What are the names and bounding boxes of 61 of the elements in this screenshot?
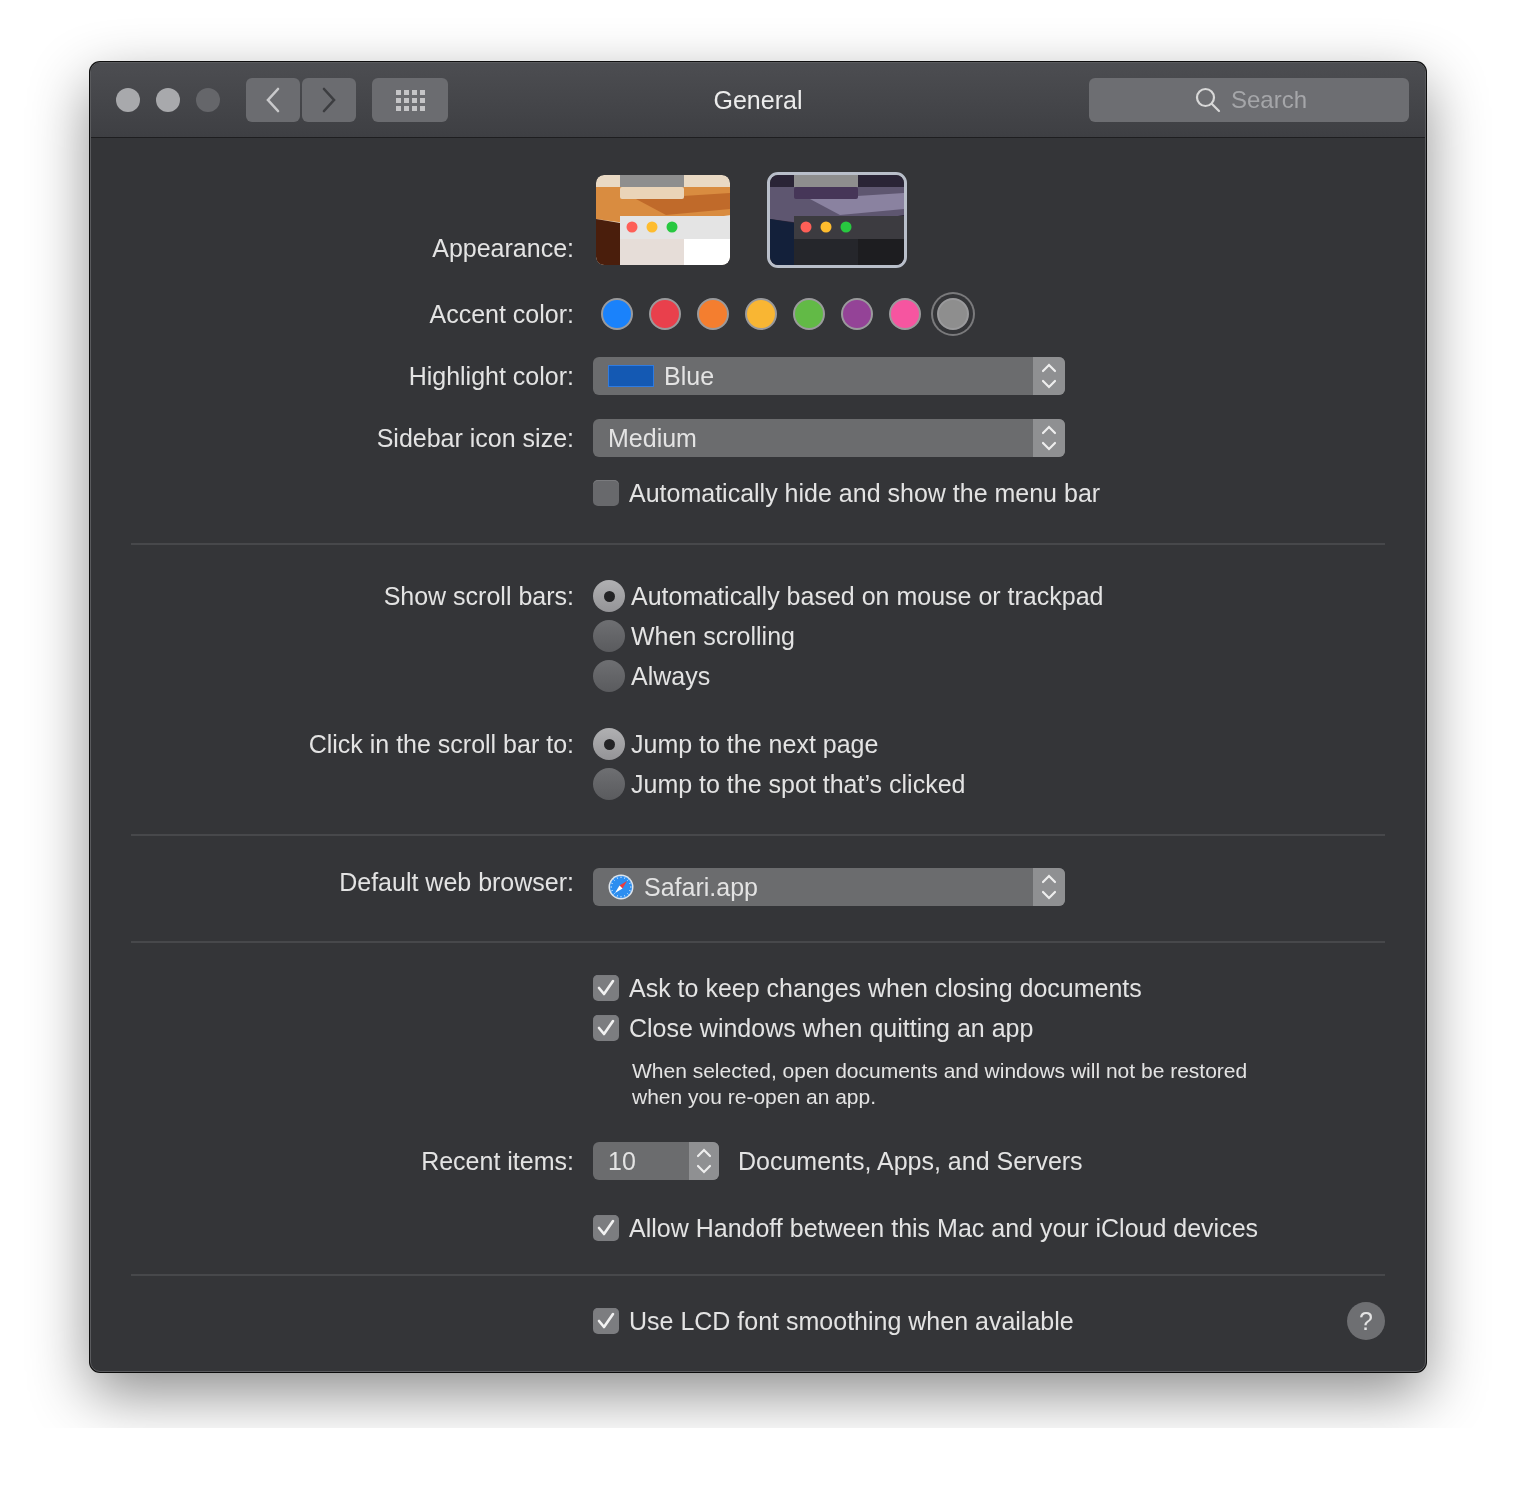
show-all-button[interactable]: [372, 78, 448, 122]
chevron-up-down-icon: [1041, 423, 1057, 453]
stepper-field[interactable]: 10: [593, 1142, 719, 1180]
accent-color-swatch[interactable]: [697, 298, 729, 330]
radio-label: Automatically based on mouse or trackpad: [631, 581, 1104, 611]
accent-color-swatch[interactable]: [745, 298, 777, 330]
chevron-right-icon: [321, 87, 337, 113]
minimize-button[interactable]: [156, 88, 180, 112]
accent-color-swatch[interactable]: [649, 298, 681, 330]
checkmark-icon: [596, 1018, 616, 1038]
field-label: Sidebar icon size:: [376, 423, 574, 452]
checkbox[interactable]: [593, 1215, 619, 1241]
checkbox-label: Allow Handoff between this Mac and your iCloud devices: [629, 1213, 1259, 1243]
checkbox-label: Close windows when quitting an app: [629, 1013, 1034, 1043]
radio-label: Jump to the next page: [631, 729, 879, 759]
compass-icon: [608, 874, 634, 900]
accent-color-swatch[interactable]: [601, 298, 633, 330]
radio-button[interactable]: [593, 660, 625, 692]
radio-label: Always: [631, 661, 711, 691]
checkbox-label: Automatically hide and show the menu bar: [629, 478, 1101, 508]
checkbox-label: Ask to keep changes when closing documents: [629, 973, 1142, 1003]
field-label: Highlight color:: [408, 361, 574, 390]
accent-color-swatch[interactable]: [793, 298, 825, 330]
radio-button[interactable]: [593, 620, 625, 652]
checkbox[interactable]: [593, 1015, 619, 1041]
field-label: Show scroll bars:: [383, 582, 574, 610]
chevron-left-icon: [265, 87, 281, 113]
field-label: Recent items:: [421, 1146, 574, 1175]
close-button[interactable]: [116, 88, 140, 112]
checkbox[interactable]: [593, 480, 619, 506]
accent-color-swatch[interactable]: [841, 298, 873, 330]
chevron-up-down-icon: [1041, 361, 1057, 391]
popup-button[interactable]: Medium: [593, 419, 1065, 457]
back-button[interactable]: [246, 78, 300, 122]
search-field[interactable]: Search: [1089, 78, 1409, 122]
help-button[interactable]: ?: [1347, 1302, 1385, 1340]
checkbox[interactable]: [593, 1308, 619, 1334]
chevron-up-down-icon: [696, 1147, 712, 1175]
checkmark-icon: [596, 1311, 616, 1331]
field-label: Click in the scroll bar to:: [308, 730, 574, 758]
radio-button[interactable]: [593, 768, 625, 800]
radio-button[interactable]: [593, 728, 625, 760]
checkmark-icon: [596, 1218, 616, 1238]
field-label: Appearance:: [432, 234, 574, 262]
search-icon: [1195, 87, 1221, 113]
accent-color-swatch[interactable]: [889, 298, 921, 330]
chevron-up-down-icon: [1041, 872, 1057, 902]
checkbox-label: Use LCD font smoothing when available: [629, 1306, 1074, 1336]
window-title: General: [713, 85, 803, 115]
help-text: When selected, open documents and windows will not be restored when you re-open an app.: [632, 1058, 1248, 1110]
grid-icon: [395, 89, 425, 111]
field-label: Documents, Apps, and Servers: [738, 1146, 1083, 1176]
radio-label: Jump to the spot that’s clicked: [631, 769, 966, 799]
field-label: Default web browser:: [339, 867, 574, 896]
checkmark-icon: [596, 978, 616, 998]
radio-label: When scrolling: [631, 621, 795, 651]
popup-button[interactable]: Safari.app: [593, 868, 1065, 906]
radio-button[interactable]: [593, 580, 625, 612]
checkbox[interactable]: [593, 975, 619, 1001]
field-label: Accent color:: [429, 299, 574, 328]
popup-button[interactable]: Blue: [593, 357, 1065, 395]
